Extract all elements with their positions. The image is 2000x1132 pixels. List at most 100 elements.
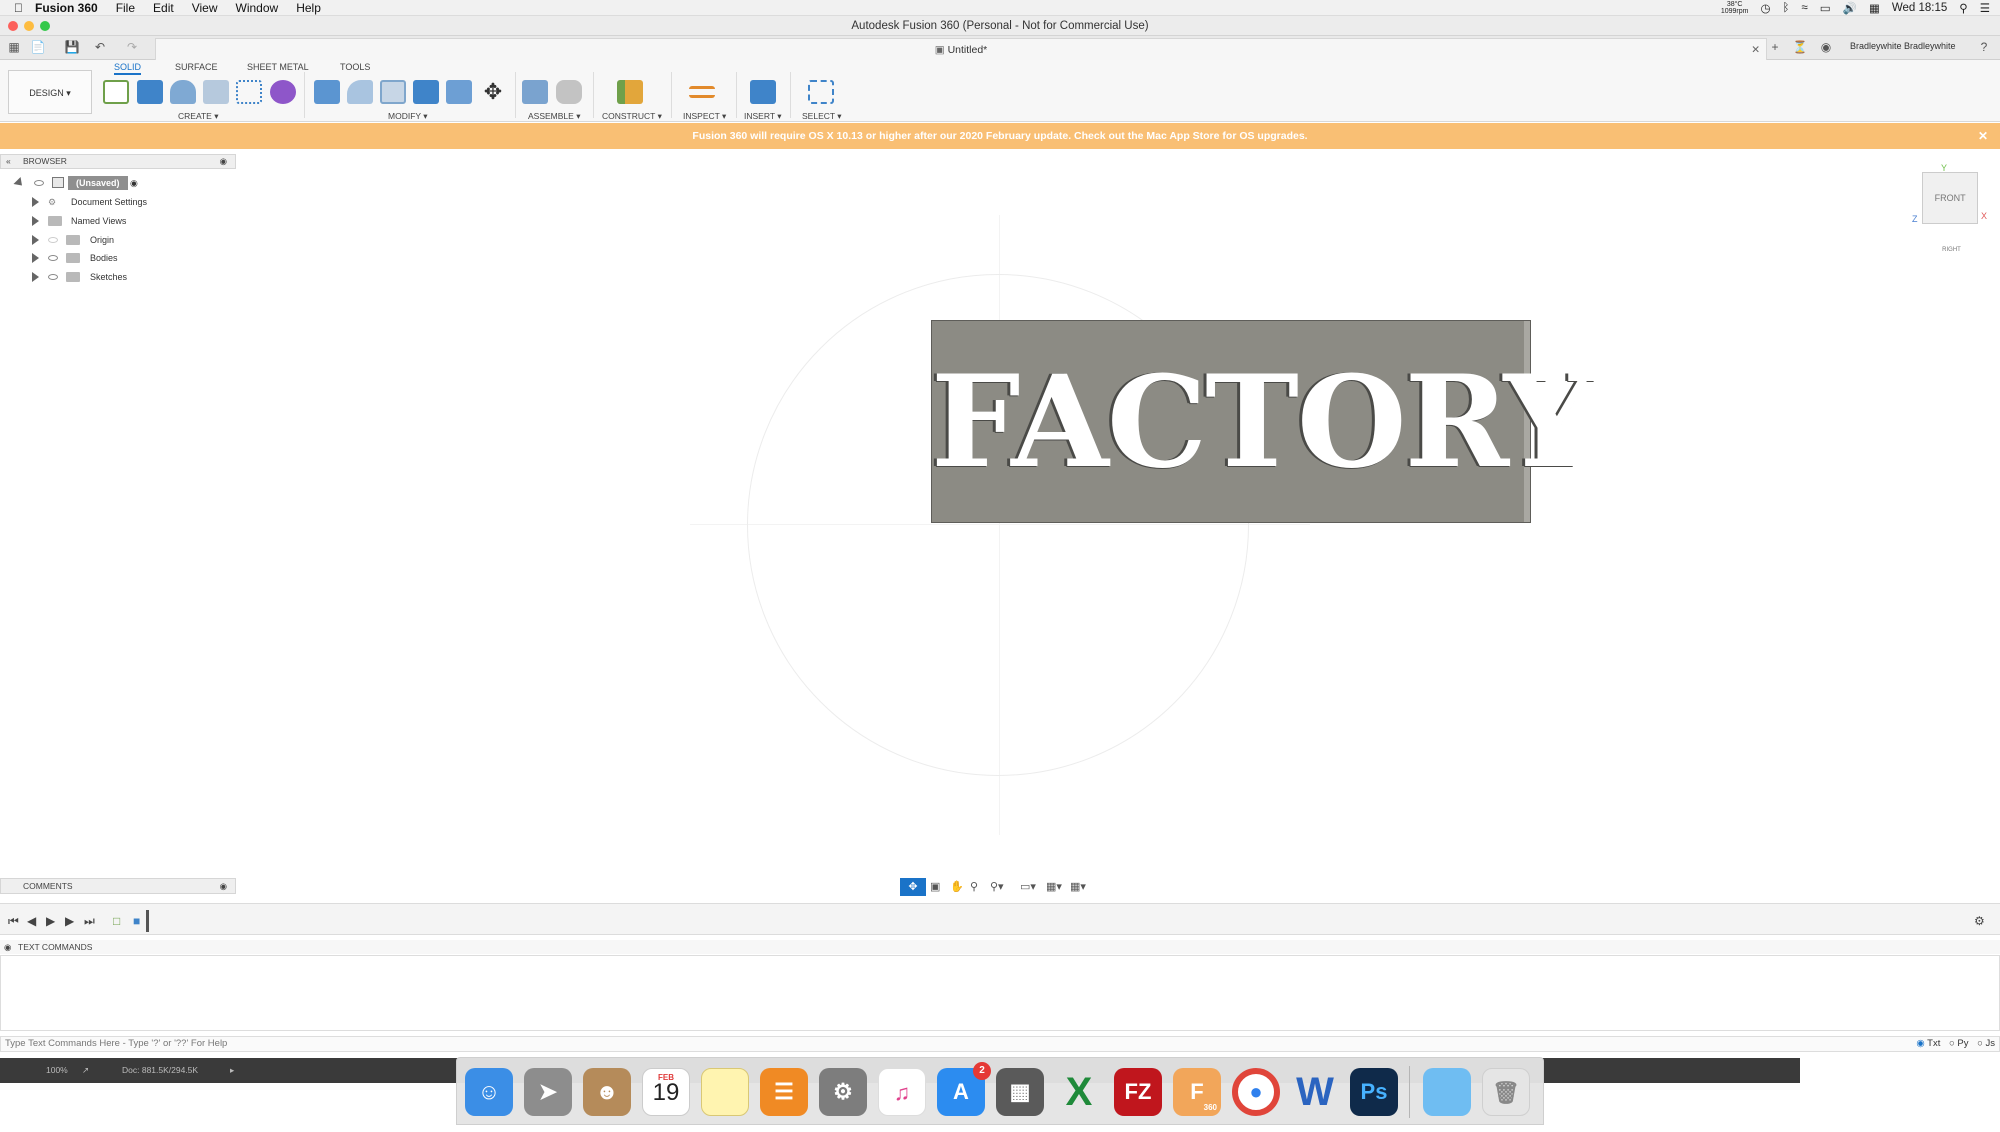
notifications-icon[interactable]: ◉	[1818, 40, 1834, 54]
trash-icon[interactable]: 🗑	[1482, 1068, 1530, 1116]
revolve-icon[interactable]	[170, 80, 196, 104]
close-tab-icon[interactable]: ✕	[1751, 39, 1760, 61]
menu-app-name[interactable]: Fusion 360	[35, 1, 98, 15]
create-group-label[interactable]: CREATE ▾	[178, 111, 219, 122]
document-tab[interactable]: ▣ Untitled* ✕	[155, 38, 1767, 60]
calculator-icon[interactable]: ▦	[996, 1068, 1044, 1116]
display-settings-icon[interactable]: ▭▾	[1020, 880, 1036, 893]
measure-icon[interactable]	[689, 86, 715, 98]
insert-image-icon[interactable]	[750, 80, 776, 104]
text-commands-toggle-icon[interactable]: ◉	[4, 940, 11, 954]
time-machine-icon[interactable]: ◷	[1760, 1, 1770, 15]
timeline-settings-gear-icon[interactable]: ⚙	[1974, 914, 1985, 928]
new-tab-plus-icon[interactable]: +	[1767, 40, 1783, 54]
mode-py-radio[interactable]: ○ Py	[1949, 1038, 1968, 1049]
chrome-icon[interactable]: ●	[1232, 1068, 1280, 1116]
itunes-music-icon[interactable]: ♫	[878, 1068, 926, 1116]
go-to-start-icon[interactable]: ⏮	[8, 914, 19, 929]
save-icon[interactable]: 💾	[64, 40, 80, 54]
tab-solid[interactable]: SOLID	[114, 62, 142, 75]
new-component-icon[interactable]	[522, 80, 548, 104]
downloads-folder-icon[interactable]	[1423, 1068, 1471, 1116]
orbit-icon[interactable]: ✥	[900, 878, 926, 896]
shell-icon[interactable]	[380, 80, 406, 104]
system-preferences-gear-icon[interactable]: ⚙	[819, 1068, 867, 1116]
timeline-sketch-feature-icon[interactable]: □	[113, 914, 120, 928]
offset-face-icon[interactable]	[446, 80, 472, 104]
step-forward-icon[interactable]: ▶	[65, 914, 74, 928]
filezilla-icon[interactable]: FZ	[1114, 1068, 1162, 1116]
word-icon[interactable]: W	[1291, 1068, 1339, 1116]
inspect-group-label[interactable]: INSPECT ▾	[683, 111, 726, 122]
view-cube[interactable]: FRONT RIGHT	[1922, 172, 1978, 253]
expand-status-icon[interactable]: ▸	[230, 1058, 234, 1083]
hole-icon[interactable]	[203, 80, 229, 104]
timeline-extrude-feature-icon[interactable]: ■	[133, 914, 140, 928]
help-icon[interactable]: ?	[1976, 40, 1992, 54]
form-icon[interactable]	[270, 80, 296, 104]
input-source-icon[interactable]: ▦	[1869, 1, 1880, 15]
notes-icon[interactable]	[701, 1068, 749, 1116]
go-to-end-icon[interactable]: ⏭	[84, 914, 95, 929]
add-comment-icon[interactable]: ◉	[220, 879, 227, 893]
mode-txt-radio[interactable]: ◉ Txt	[1916, 1038, 1940, 1049]
apple-icon[interactable]: 	[14, 1, 23, 15]
comments-panel-header[interactable]: COMMENTS ◉	[0, 878, 236, 894]
tab-surface[interactable]: SURFACE	[175, 62, 218, 72]
fusion-360-icon[interactable]: F 360	[1173, 1068, 1221, 1116]
offset-plane-icon[interactable]	[617, 80, 643, 104]
step-back-icon[interactable]: ◀	[27, 914, 36, 928]
menu-file[interactable]: File	[116, 1, 135, 15]
move-icon[interactable]: ✥	[480, 80, 506, 104]
tab-tools[interactable]: TOOLS	[340, 62, 370, 72]
job-status-icon[interactable]: ⏳	[1792, 40, 1808, 54]
menu-window[interactable]: Window	[236, 1, 279, 15]
redo-icon[interactable]: ↷	[124, 40, 140, 54]
insert-group-label[interactable]: INSERT ▾	[744, 111, 782, 122]
app-store-icon[interactable]: A 2	[937, 1062, 991, 1116]
export-icon[interactable]: ↗	[82, 1058, 89, 1083]
launchpad-rocket-icon[interactable]: ➤	[524, 1068, 572, 1116]
extrude-icon[interactable]	[137, 80, 163, 104]
view-cube-right-face[interactable]: RIGHT	[1942, 247, 1961, 253]
look-at-icon[interactable]: ▣	[930, 880, 940, 893]
play-icon[interactable]: ▶	[46, 914, 55, 928]
workspace-switcher[interactable]: DESIGN ▾	[8, 70, 92, 114]
pan-hand-icon[interactable]: ✋	[950, 880, 964, 893]
contacts-icon[interactable]: ☻	[583, 1068, 631, 1116]
file-menu-icon[interactable]: 📄	[30, 40, 46, 54]
menu-help[interactable]: Help	[296, 1, 321, 15]
clock[interactable]: Wed 18:15	[1892, 2, 1947, 14]
excel-icon[interactable]: X	[1055, 1068, 1103, 1116]
view-cube-front-face[interactable]: FRONT	[1935, 193, 1966, 203]
construct-group-label[interactable]: CONSTRUCT ▾	[602, 111, 662, 122]
timeline-marker[interactable]	[146, 910, 149, 932]
temperature-readout[interactable]: 38°C 1099rpm	[1721, 1, 1749, 15]
press-pull-icon[interactable]	[314, 80, 340, 104]
menu-edit[interactable]: Edit	[153, 1, 174, 15]
close-banner-icon[interactable]: ✕	[1978, 123, 1988, 149]
minimize-window-button[interactable]	[24, 21, 34, 31]
data-panel-grid-icon[interactable]: ▦	[6, 40, 22, 54]
combine-icon[interactable]	[413, 80, 439, 104]
zoom-window-icon[interactable]: ⚲	[970, 880, 978, 893]
tab-sheet-metal[interactable]: SHEET METAL	[247, 62, 309, 72]
joint-icon[interactable]	[556, 80, 582, 104]
spotlight-search-icon[interactable]: ⚲	[1959, 1, 1967, 15]
photoshop-icon[interactable]: Ps	[1350, 1068, 1398, 1116]
close-window-button[interactable]	[8, 21, 18, 31]
wifi-icon[interactable]: ≈	[1801, 2, 1807, 14]
viewports-icon[interactable]: ▦▾	[1070, 880, 1086, 893]
airplay-icon[interactable]: ▭	[1820, 1, 1831, 15]
mode-js-radio[interactable]: ○ Js	[1977, 1038, 1995, 1049]
modify-group-label[interactable]: MODIFY ▾	[388, 111, 428, 122]
menu-view[interactable]: View	[192, 1, 218, 15]
finder-icon[interactable]: ☺	[465, 1068, 513, 1116]
select-group-label[interactable]: SELECT ▾	[802, 111, 842, 122]
notification-center-icon[interactable]: ☰	[1980, 1, 1990, 15]
bluetooth-icon[interactable]: ᛒ	[1783, 2, 1790, 14]
assemble-group-label[interactable]: ASSEMBLE ▾	[528, 111, 580, 122]
undo-icon[interactable]: ↶	[92, 40, 108, 54]
text-commands-header[interactable]: ◉ TEXT COMMANDS	[0, 940, 2000, 954]
select-window-icon[interactable]	[808, 80, 834, 104]
